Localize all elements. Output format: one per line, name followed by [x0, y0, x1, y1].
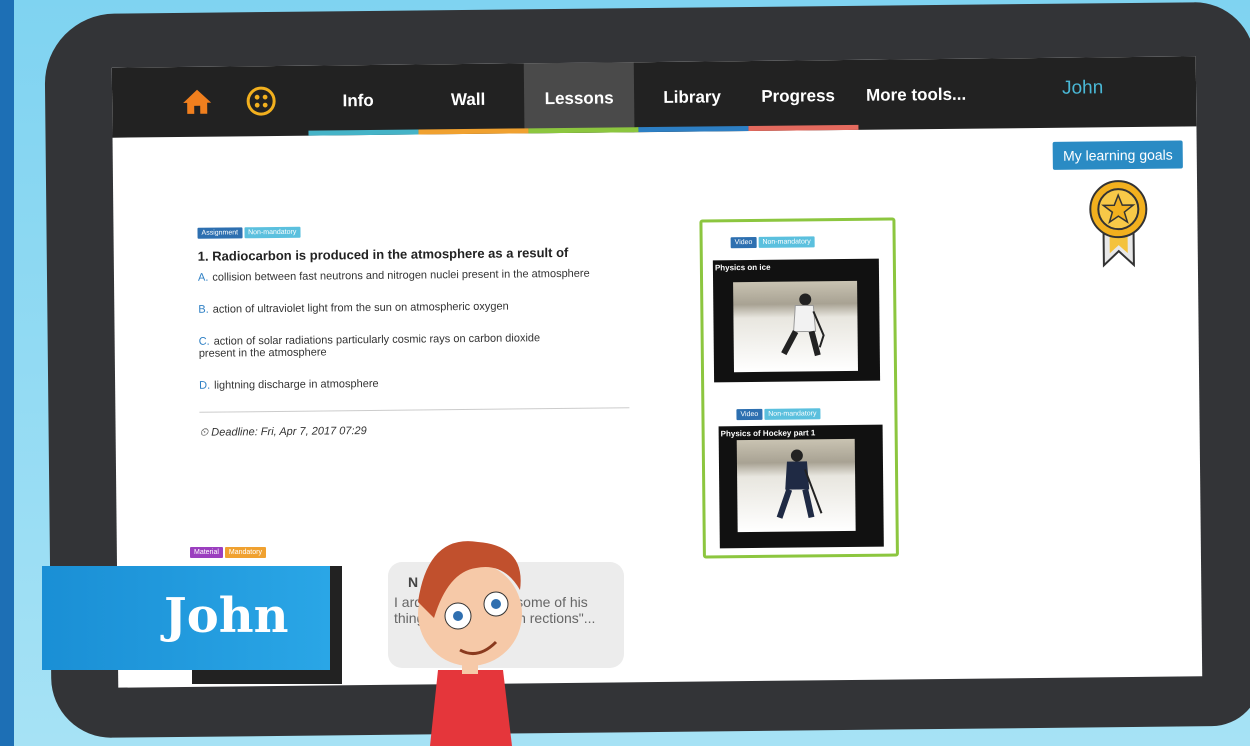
assignment-badges: Assignment Non-mandatory — [197, 222, 627, 239]
non-mandatory-badge: Non-mandatory — [764, 408, 821, 421]
ice-rink-image — [733, 280, 858, 373]
video-thumbnail[interactable]: Physics of Hockey part 1 — [718, 424, 884, 549]
deadline: ⏲ Deadline: Fri, Apr 7, 2017 07:29 — [200, 422, 630, 440]
material-badges: Material Mandatory — [190, 544, 268, 562]
option-text: action of solar radiations particularly … — [198, 332, 541, 360]
answer-option-c[interactable]: C. action of solar radiations particularl… — [199, 332, 579, 360]
option-text: action of ultraviolet light from the sun… — [212, 300, 509, 316]
mandatory-badge: Mandatory — [224, 547, 266, 559]
nav-stripe — [638, 126, 749, 133]
nav-wall[interactable]: Wall — [418, 63, 519, 134]
video-thumbnail[interactable]: Physics on ice — [712, 258, 881, 383]
video-card[interactable]: Physics of Hockey part 1 — [718, 424, 884, 549]
video-badges: Video Non-mandatory — [730, 233, 817, 252]
option-letter: A. — [197, 271, 209, 284]
video-badge: Video — [736, 409, 763, 421]
answer-option-d[interactable]: D. lightning discharge in atmosphere — [199, 375, 629, 392]
nav-lessons[interactable]: Lessons — [523, 62, 635, 134]
video-badge: Video — [730, 237, 757, 249]
option-letter: D. — [199, 379, 211, 392]
video-badges: Video Non-mandatory — [736, 405, 822, 424]
answer-option-a[interactable]: A. collision between fast neutrons and ni… — [198, 267, 628, 284]
nav-info[interactable]: Info — [308, 65, 409, 136]
my-learning-goals-button[interactable]: My learning goals — [1052, 140, 1183, 170]
apps-icon[interactable] — [246, 86, 276, 116]
hockey-player-icon — [776, 449, 823, 519]
deadline-text: Deadline: Fri, Apr 7, 2017 07:29 — [211, 425, 367, 439]
nav-stripe — [528, 127, 639, 134]
home-icon[interactable] — [182, 89, 212, 115]
ice-rink-image — [736, 438, 856, 533]
video-card[interactable]: Physics on ice — [712, 258, 881, 383]
name-banner: John — [42, 566, 330, 670]
nav-progress[interactable]: Progress — [748, 60, 849, 131]
option-text: lightning discharge in atmosphere — [214, 377, 379, 392]
assignment-card: Assignment Non-mandatory 1. Radiocarbon i… — [197, 222, 630, 440]
medal-icon — [1089, 180, 1148, 268]
non-mandatory-badge: Non-mandatory — [244, 226, 301, 238]
assignment-badge: Assignment — [197, 226, 243, 239]
material-badge: Material — [190, 547, 223, 559]
nav-stripe — [308, 129, 419, 136]
user-name[interactable]: John — [1062, 57, 1104, 119]
banner-name: John — [164, 588, 289, 644]
divider — [199, 407, 630, 413]
answer-option-b[interactable]: B. action of ultraviolet light from the s… — [198, 299, 628, 316]
non-mandatory-badge: Non-mandatory — [758, 236, 815, 249]
video-panel: Video Non-mandatory Physics on ice Video N… — [699, 217, 899, 559]
nav-library[interactable]: Library — [642, 61, 743, 132]
clock-icon: ⏲ — [199, 426, 212, 439]
hockey-player-icon — [781, 293, 825, 357]
video-title: Physics on ice — [714, 262, 771, 273]
nav-more-tools[interactable]: More tools... — [856, 59, 977, 130]
cartoon-boy — [418, 541, 522, 746]
option-letter: C. — [198, 335, 210, 348]
nav-stripe — [748, 124, 859, 132]
question-text: 1. Radiocarbon is produced in the atmosp… — [197, 244, 569, 264]
option-text: collision between fast neutrons and nitr… — [212, 267, 590, 284]
top-nav: Info Wall Lessons Library Progress More … — [111, 56, 1197, 138]
option-letter: B. — [198, 303, 209, 316]
nav-stripe — [418, 128, 529, 135]
